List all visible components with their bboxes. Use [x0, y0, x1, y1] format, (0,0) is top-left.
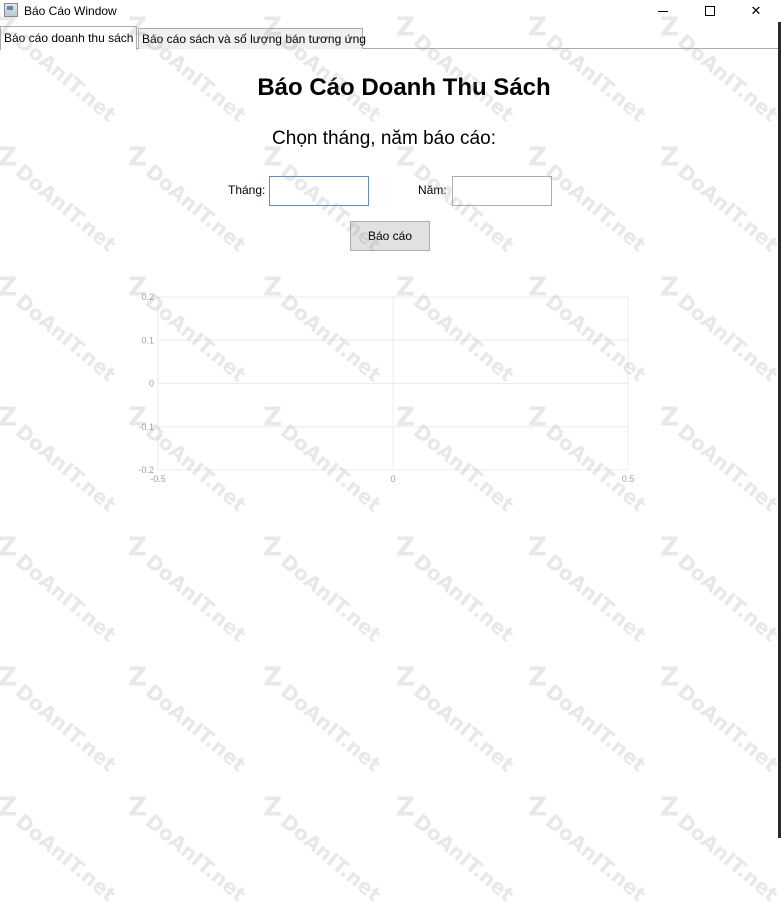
close-icon: ✕	[750, 3, 762, 18]
y-tick-label: 0	[149, 379, 154, 389]
month-input[interactable]	[269, 176, 369, 206]
tab-books-sold-report[interactable]: Báo cáo sách và số lượng bán tương ứng	[138, 28, 366, 49]
tab-revenue-report[interactable]: Báo cáo doanh thu sách	[0, 26, 137, 50]
window-title: Báo Cáo Window	[24, 4, 117, 18]
minimize-button[interactable]	[640, 0, 686, 22]
report-window: Báo Cáo Window ✕ Báo cáo doanh thu sách …	[0, 0, 781, 838]
tab-content: Báo Cáo Doanh Thu Sách Chọn tháng, năm b…	[0, 49, 781, 838]
x-tick-label: -0.5	[150, 474, 166, 484]
y-tick-label: 0.2	[141, 292, 154, 302]
app-icon	[4, 3, 18, 17]
year-label: Năm:	[418, 183, 447, 197]
x-tick-label: 0.5	[622, 474, 635, 484]
maximize-icon	[705, 6, 715, 16]
x-tick-label: 0	[390, 474, 395, 484]
minimize-icon	[658, 10, 668, 12]
revenue-chart: 0.20.10-0.1-0.2-0.5 0 0.5	[138, 292, 635, 484]
month-label: Tháng:	[228, 183, 266, 197]
title-bar: Báo Cáo Window ✕	[0, 0, 781, 22]
y-tick-label: -0.1	[138, 422, 154, 432]
page-title: Báo Cáo Doanh Thu Sách	[257, 74, 551, 101]
subtitle: Chọn tháng, năm báo cáo:	[272, 128, 496, 149]
maximize-button[interactable]	[687, 0, 733, 22]
tab-bar: Báo cáo doanh thu sách Báo cáo sách và s…	[0, 26, 781, 50]
report-button[interactable]: Báo cáo	[350, 221, 430, 251]
y-tick-label: 0.1	[141, 335, 154, 345]
close-button[interactable]: ✕	[733, 0, 779, 22]
year-input[interactable]	[452, 176, 552, 206]
